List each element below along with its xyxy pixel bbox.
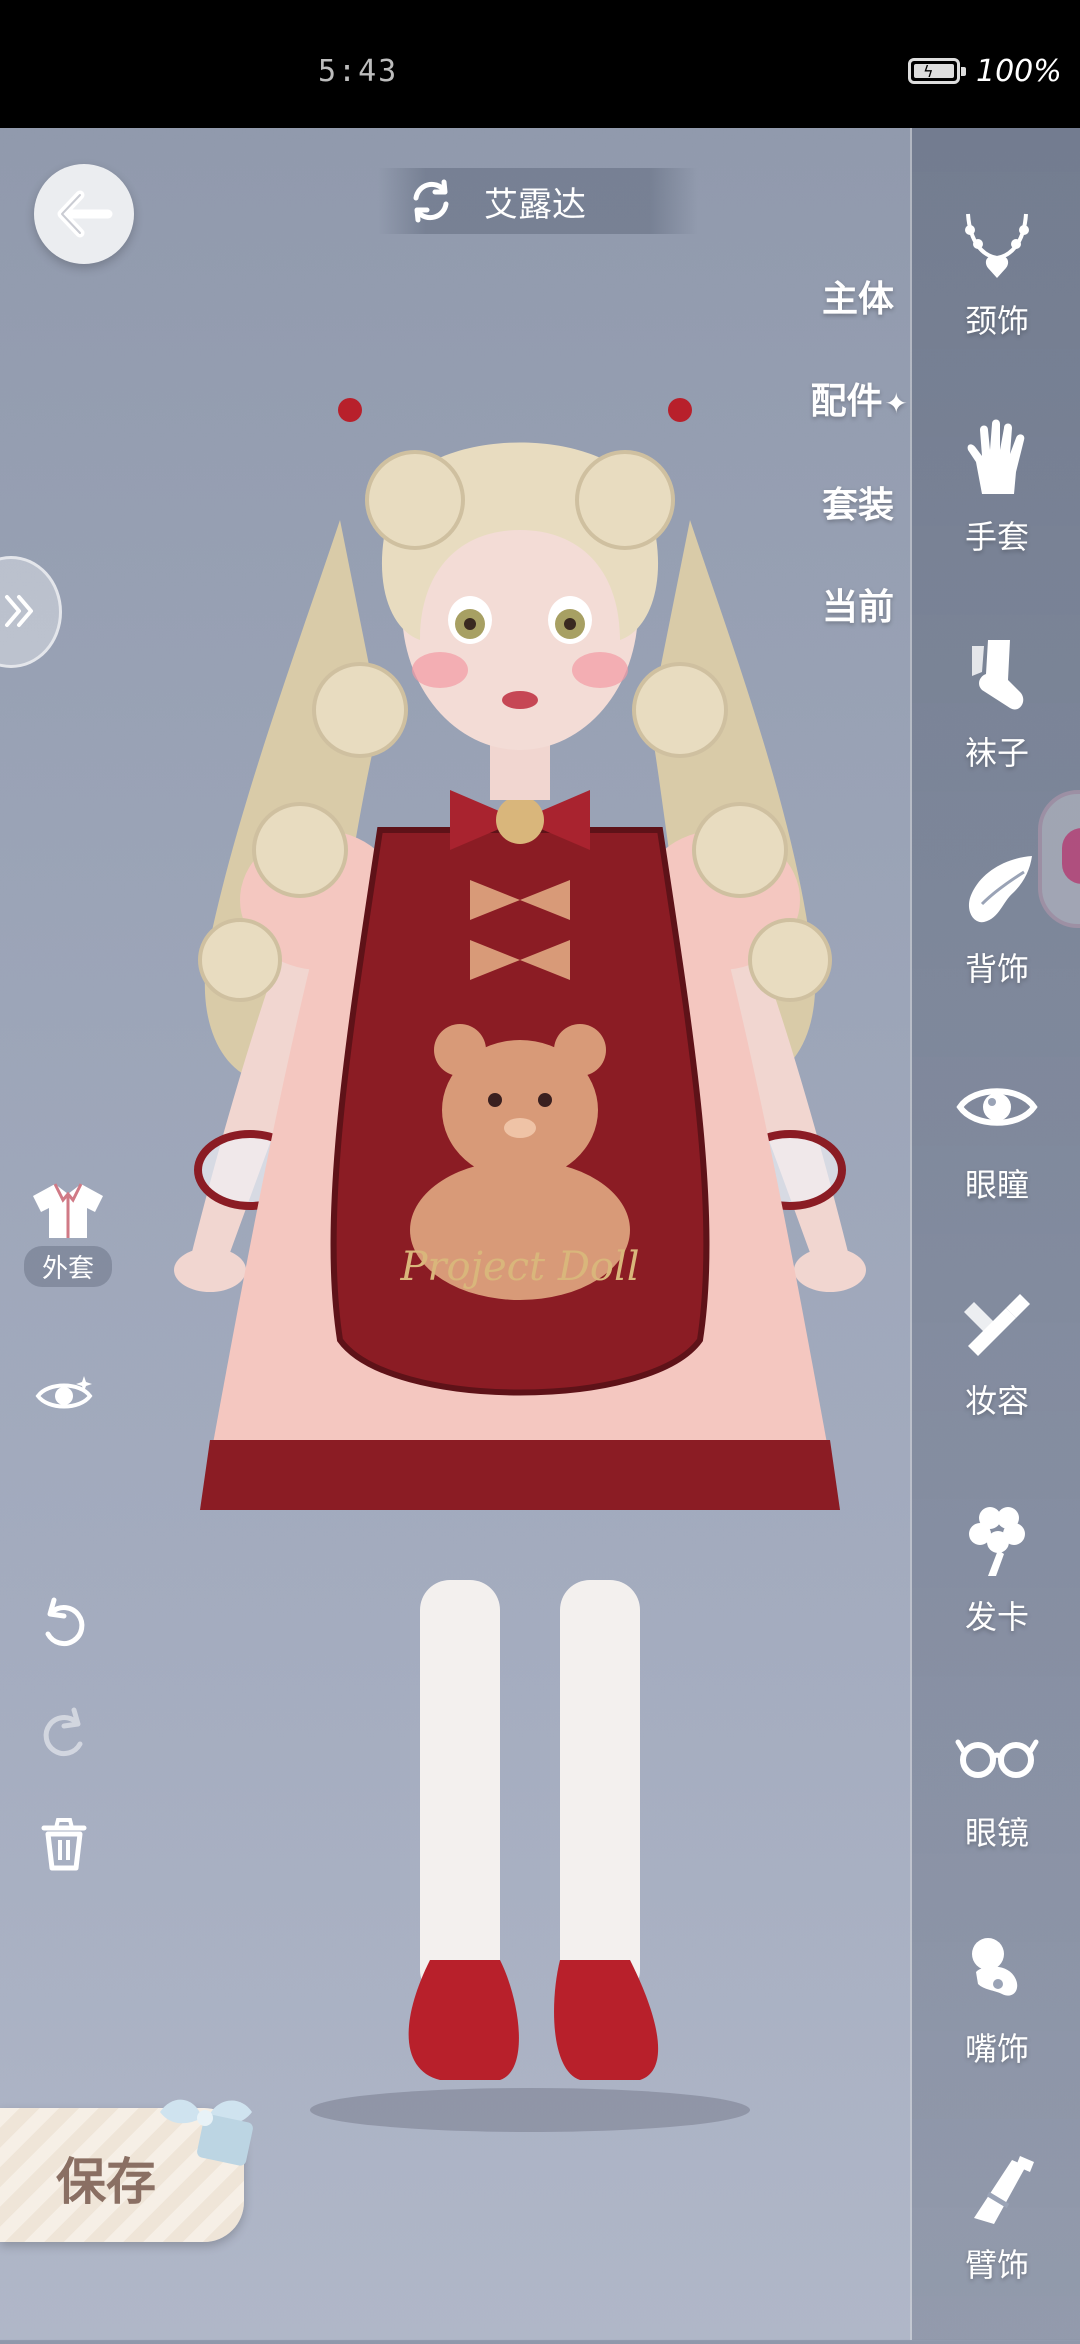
accessory-sidebar: 颈饰 手套 袜子 背饰 眼瞳 妆容 发卡 眼镜 嘴饰 臂饰 xyxy=(910,128,1080,2340)
status-bar: 5:43 ϟ 100% xyxy=(0,0,1080,128)
tab-sets[interactable]: 套装 xyxy=(822,476,894,528)
sidebar-item-necklace[interactable]: 颈饰 xyxy=(912,200,1080,400)
glasses-icon xyxy=(955,1739,1039,1778)
sidebar-item-label: 背饰 xyxy=(964,950,1029,988)
makeup-icon xyxy=(964,1294,1030,1356)
trash-icon[interactable] xyxy=(34,1814,94,1874)
sidebar-item-eyes[interactable]: 眼瞳 xyxy=(912,1064,1080,1264)
coat-icon xyxy=(33,1183,103,1238)
double-chevron-icon xyxy=(5,595,33,627)
ribbon-decoration-icon xyxy=(160,2099,253,2166)
character-doll: Project Doll xyxy=(174,398,866,2132)
sidebar-item-label: 妆容 xyxy=(964,1382,1029,1420)
hairpin-icon xyxy=(969,1507,1025,1576)
glove-icon xyxy=(967,419,1025,494)
battery-icon: ϟ xyxy=(908,58,966,84)
save-button[interactable]: 保存 xyxy=(0,2099,253,2242)
sidebar-item-arm-accessory[interactable]: 臂饰 xyxy=(912,2144,1080,2344)
character-name: 艾露达 xyxy=(484,184,586,225)
battery-percent: 100% xyxy=(976,54,1062,89)
sidebar-item-label: 眼瞳 xyxy=(964,1166,1029,1204)
tab-accessories[interactable]: 配件 xyxy=(811,372,908,424)
coat-toggle[interactable]: 外套 xyxy=(20,1180,116,1287)
status-time: 5:43 xyxy=(318,54,399,89)
sidebar-item-hairpin[interactable]: 发卡 xyxy=(912,1496,1080,1696)
visibility-toggle-icon[interactable] xyxy=(34,1366,94,1426)
sidebar-item-label: 嘴饰 xyxy=(964,2030,1029,2068)
eye-icon xyxy=(956,1088,1038,1126)
sock-icon xyxy=(972,640,1024,710)
character-switch[interactable]: 艾露达 xyxy=(378,168,698,234)
swap-icon xyxy=(413,179,449,223)
sidebar-item-socks[interactable]: 袜子 xyxy=(912,632,1080,832)
sidebar-item-label: 臂饰 xyxy=(964,2246,1029,2284)
tab-main[interactable]: 主体 xyxy=(822,270,894,322)
sidebar-item-label: 发卡 xyxy=(964,1598,1029,1636)
tab-current[interactable]: 当前 xyxy=(822,578,894,630)
back-button[interactable] xyxy=(34,164,134,264)
sidebar-item-label: 颈饰 xyxy=(964,302,1029,340)
sidebar-item-label: 手套 xyxy=(964,518,1029,556)
sidebar-item-label: 眼镜 xyxy=(964,1814,1029,1852)
sidebar-item-label: 袜子 xyxy=(964,734,1029,772)
undo-icon[interactable] xyxy=(34,1594,94,1654)
redo-icon[interactable] xyxy=(34,1704,94,1764)
necklace-icon xyxy=(965,213,1029,278)
save-label: 保存 xyxy=(56,2152,156,2211)
sidebar-item-glasses[interactable]: 眼镜 xyxy=(912,1712,1080,1912)
sidebar-item-back-accessory[interactable]: 背饰 xyxy=(912,848,1080,1048)
arm-accessory-icon xyxy=(974,2156,1034,2224)
expand-panel-button[interactable] xyxy=(0,556,62,668)
sidebar-item-gloves[interactable]: 手套 xyxy=(912,416,1080,616)
coat-label: 外套 xyxy=(23,1246,112,1287)
apron-text: Project Doll xyxy=(399,1244,639,1290)
wing-icon xyxy=(968,856,1032,923)
back-arrow-icon xyxy=(57,190,113,238)
pacifier-icon xyxy=(972,1938,1018,1996)
sidebar-item-mouth-accessory[interactable]: 嘴饰 xyxy=(912,1928,1080,2128)
sidebar-item-makeup[interactable]: 妆容 xyxy=(912,1280,1080,1480)
